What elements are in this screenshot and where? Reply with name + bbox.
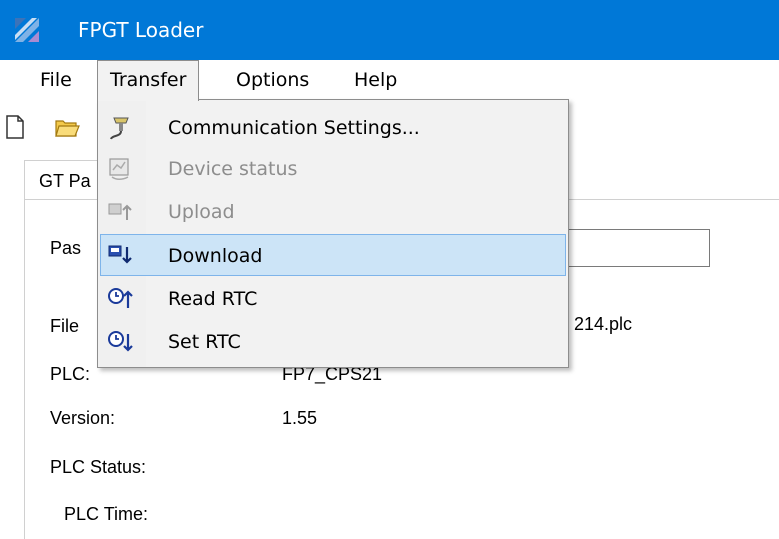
menu-transfer[interactable]: Transfer <box>97 60 200 101</box>
menu-item-read-rtc[interactable]: Read RTC <box>100 278 566 320</box>
read-rtc-icon <box>108 288 133 308</box>
menu-item-label: Read RTC <box>168 288 258 310</box>
set-rtc-icon <box>108 331 133 352</box>
plug-icon <box>110 117 129 140</box>
window-title: FPGT Loader <box>78 18 204 42</box>
menu-item-label: Set RTC <box>168 331 241 353</box>
version-value: 1.55 <box>282 408 318 428</box>
download-icon <box>108 245 132 264</box>
menu-item-label: Upload <box>168 201 235 223</box>
toolbar <box>0 102 110 152</box>
menu-item-device-status[interactable]: Device status <box>100 148 566 190</box>
app-logo-icon <box>15 18 39 42</box>
device-status-icon <box>109 158 129 180</box>
menu-item-label: Device status <box>168 158 298 180</box>
file-value: 214.plc <box>574 314 633 334</box>
plc-label: PLC: <box>50 364 91 384</box>
menu-options[interactable]: Options <box>224 60 321 100</box>
menu-item-set-rtc[interactable]: Set RTC <box>100 321 566 363</box>
menu-file[interactable]: File <box>28 60 84 100</box>
menu-item-label: Communication Settings... <box>168 117 420 139</box>
version-label: Version: <box>50 408 116 428</box>
menu-item-label: Download <box>168 245 263 267</box>
plc-time-label: PLC Time: <box>64 504 149 524</box>
title-bar: FPGT Loader <box>0 0 779 60</box>
transfer-menu-dropdown: Communication Settings... Device status … <box>97 99 569 368</box>
menu-item-download[interactable]: Download <box>100 234 566 276</box>
new-file-icon[interactable] <box>2 114 28 140</box>
menu-bar: File Transfer Options Help <box>0 60 779 101</box>
menu-item-communication-settings[interactable]: Communication Settings... <box>100 107 566 149</box>
file-label: File <box>50 316 80 336</box>
menu-item-upload[interactable]: Upload <box>100 191 566 233</box>
open-folder-icon[interactable] <box>54 114 80 140</box>
password-label: Pas <box>50 238 82 258</box>
upload-icon <box>108 203 132 220</box>
plc-status-label: PLC Status: <box>50 457 147 477</box>
menu-help[interactable]: Help <box>342 60 409 100</box>
